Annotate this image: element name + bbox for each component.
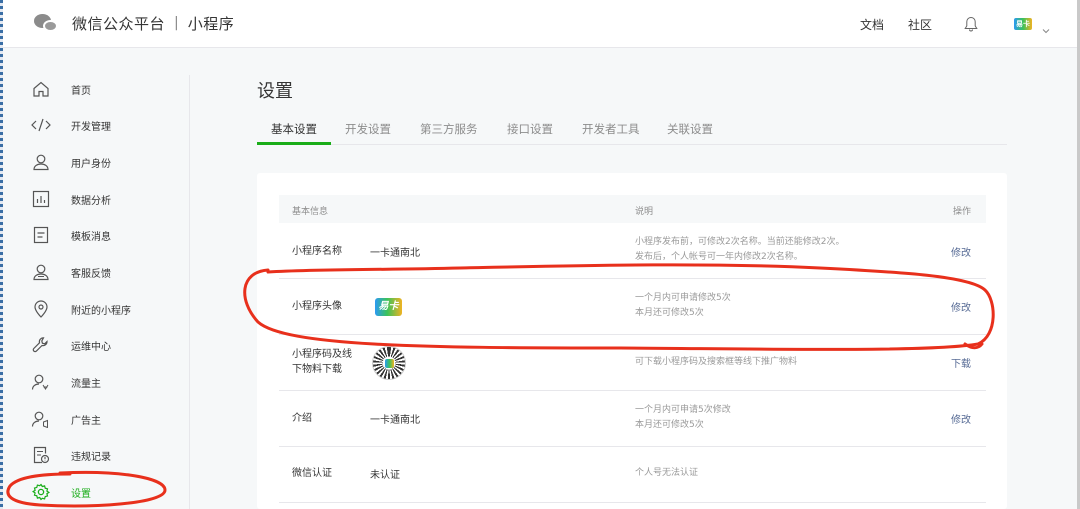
avatar[interactable]: 易卡 <box>1014 18 1032 30</box>
wrench-icon <box>31 335 51 355</box>
row-label: 小程序头像 <box>292 301 342 312</box>
row-description: 一个月内可申请修改5次 本月还可修改5次 <box>635 293 731 318</box>
row-description: 个人号无法认证 <box>635 468 699 478</box>
table-row: 介绍 一卡通南北 一个月内可申请5次修改 本月还可修改5次 修改 <box>279 392 986 447</box>
sidebar-item-traffic-owner[interactable]: 流量主 <box>0 364 190 400</box>
brand[interactable]: 微信公众平台 | 小程序 <box>34 12 234 34</box>
edit-avatar-button[interactable]: 修改 <box>951 299 971 314</box>
table-row: 小程序名称 一卡通南北 小程序发布前，可修改2次名称。当前还能修改2次。 发布后… <box>279 224 986 279</box>
sidebar-item-label: 广告主 <box>71 415 101 427</box>
edit-name-button[interactable]: 修改 <box>951 244 971 259</box>
user-icon <box>31 152 51 172</box>
introduction-value: 一卡通南北 <box>370 415 420 426</box>
sidebar-item-label: 用户身份 <box>71 158 111 170</box>
tab-dev-settings[interactable]: 开发设置 <box>345 121 391 137</box>
traffic-user-icon <box>31 372 51 392</box>
sidebar-item-label: 流量主 <box>71 378 101 390</box>
table-row: 微信认证 未认证 个人号无法认证 <box>279 448 986 503</box>
bell-icon[interactable] <box>964 16 978 32</box>
sidebar-item-nearby[interactable]: 附近的小程序 <box>0 291 190 327</box>
sidebar-item-advertiser[interactable]: 广告主 <box>0 401 190 437</box>
window-edge-left <box>0 0 3 509</box>
brand-title: 微信公众平台 <box>72 14 166 33</box>
sidebar-item-label: 设置 <box>71 488 91 500</box>
tab-dev-tools[interactable]: 开发者工具 <box>582 121 640 137</box>
sidebar-item-customer-feedback[interactable]: 客服反馈 <box>0 254 190 290</box>
sidebar-item-data-analysis[interactable]: 数据分析 <box>0 181 190 217</box>
location-icon <box>31 299 51 319</box>
violation-icon <box>31 445 51 465</box>
sidebar-item-label: 违规记录 <box>71 451 111 463</box>
ad-user-icon <box>31 409 51 429</box>
page-title: 设置 <box>257 81 293 102</box>
sidebar: 首页 开发管理 用户身份 数据分析 模板消息 客服反馈 附近的小程序 运维中心 … <box>0 49 190 509</box>
sidebar-item-label: 开发管理 <box>71 121 111 133</box>
sidebar-item-ops-center[interactable]: 运维中心 <box>0 327 190 363</box>
edit-introduction-button[interactable]: 修改 <box>951 411 971 426</box>
sidebar-item-label: 数据分析 <box>71 195 111 207</box>
tab-third-party[interactable]: 第三方服务 <box>420 121 478 137</box>
column-header-info: 基本信息 <box>292 207 329 217</box>
tab-basic-settings[interactable]: 基本设置 <box>271 121 317 137</box>
column-header-desc: 说明 <box>635 207 654 217</box>
sidebar-item-label: 模板消息 <box>71 231 111 243</box>
brand-separator: | <box>174 15 179 31</box>
sidebar-item-label: 首页 <box>71 85 91 97</box>
sidebar-item-home[interactable]: 首页 <box>0 71 190 107</box>
sidebar-item-label: 客服反馈 <box>71 268 111 280</box>
wechat-logo-icon <box>34 12 60 34</box>
table-header: 基本信息 说明 操作 <box>279 195 986 223</box>
row-description: 可下载小程序码及搜索框等线下推广物料 <box>635 357 798 367</box>
verification-status: 未认证 <box>370 470 400 481</box>
sidebar-item-template-message[interactable]: 模板消息 <box>0 217 190 253</box>
gear-icon <box>31 482 51 502</box>
mini-program-avatar: 易卡 <box>375 298 402 316</box>
tab-linked-settings[interactable]: 关联设置 <box>667 121 713 137</box>
docs-link[interactable]: 文档 <box>860 16 884 33</box>
row-description: 小程序发布前，可修改2次名称。当前还能修改2次。 发布后，个人帐号可一年内修改2… <box>635 237 845 262</box>
service-icon <box>31 262 51 282</box>
home-icon <box>31 79 51 99</box>
settings-tabs: 基本设置 开发设置 第三方服务 接口设置 开发者工具 关联设置 <box>257 113 1007 145</box>
column-header-op: 操作 <box>952 207 971 217</box>
sidebar-item-user-identity[interactable]: 用户身份 <box>0 144 190 180</box>
mini-program-name: 一卡通南北 <box>370 248 420 259</box>
row-description: 一个月内可申请5次修改 本月还可修改5次 <box>635 405 731 430</box>
sidebar-divider <box>189 75 190 509</box>
table-row: 小程序头像 易卡 一个月内可申请修改5次 本月还可修改5次 修改 <box>279 280 986 335</box>
settings-card: 基本信息 说明 操作 小程序名称 一卡通南北 小程序发布前，可修改2次名称。当前… <box>257 173 1007 509</box>
row-label: 小程序码及线 下物料下载 <box>292 349 352 375</box>
row-label: 介绍 <box>292 413 312 424</box>
row-label: 微信认证 <box>292 468 332 479</box>
community-link[interactable]: 社区 <box>908 16 932 33</box>
sidebar-item-violation[interactable]: 违规记录 <box>0 437 190 473</box>
download-button[interactable]: 下载 <box>951 355 971 370</box>
template-icon <box>31 225 51 245</box>
top-bar: 微信公众平台 | 小程序 文档 社区 易卡 <box>0 0 1080 48</box>
active-tab-indicator <box>257 142 331 145</box>
sidebar-item-settings[interactable]: 设置 <box>0 474 190 509</box>
brand-subtitle: 小程序 <box>187 14 235 33</box>
qr-code-icon <box>372 346 406 380</box>
sidebar-item-label: 运维中心 <box>71 341 111 353</box>
code-icon <box>31 115 51 135</box>
chevron-down-icon[interactable] <box>1042 20 1050 34</box>
chart-icon <box>31 189 51 209</box>
row-label: 小程序名称 <box>292 246 342 257</box>
tab-api-settings[interactable]: 接口设置 <box>507 121 553 137</box>
table-row: 小程序码及线 下物料下载 可下载小程序码及搜索框等线下推广物料 下载 <box>279 336 986 391</box>
sidebar-item-label: 附近的小程序 <box>71 305 131 317</box>
sidebar-item-dev-management[interactable]: 开发管理 <box>0 107 190 143</box>
